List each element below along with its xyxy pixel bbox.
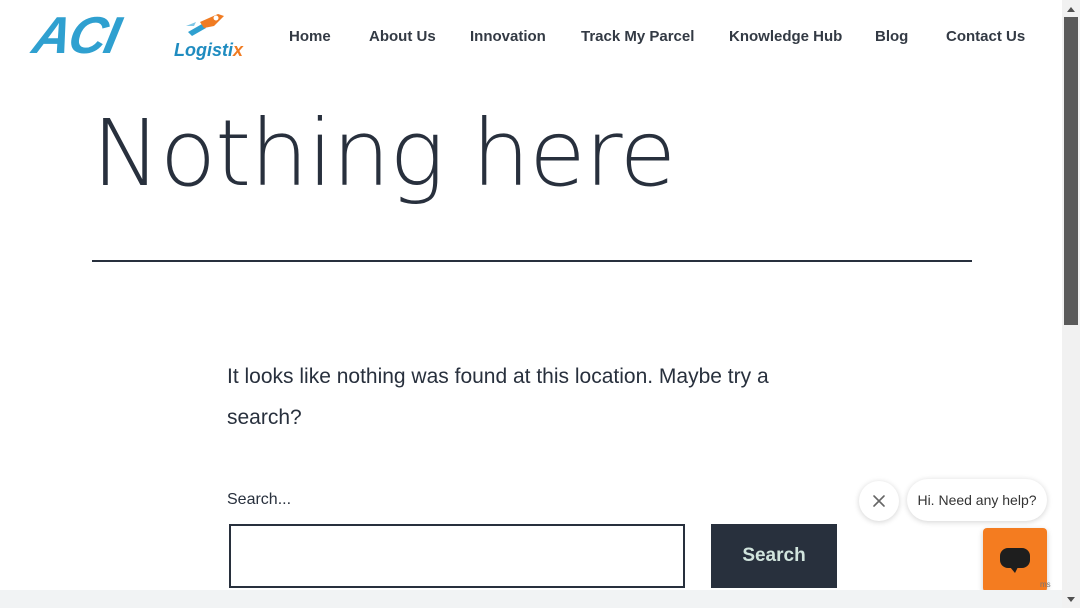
- vertical-scrollbar[interactable]: [1062, 0, 1080, 608]
- search-button[interactable]: Search: [711, 524, 837, 588]
- chat-greeting[interactable]: Hi. Need any help?: [907, 479, 1047, 521]
- chat-close-button[interactable]: [859, 481, 899, 521]
- chat-bubble-icon: [1000, 548, 1030, 573]
- site-header: ACI Logistix Home About Us Innovation Tr…: [0, 0, 1062, 78]
- caret-up-icon: [1067, 6, 1075, 12]
- main-nav: Home About Us Innovation Track My Parcel…: [0, 28, 1062, 50]
- caret-down-icon: [1067, 596, 1075, 602]
- search-label: Search...: [227, 491, 292, 508]
- search-input[interactable]: [229, 524, 685, 588]
- nav-item-blog[interactable]: Blog: [875, 28, 908, 45]
- scroll-down-arrow[interactable]: [1062, 591, 1080, 608]
- nav-item-about-us[interactable]: About Us: [369, 28, 436, 45]
- page-title: Nothing here: [92, 100, 676, 207]
- close-icon: [873, 495, 885, 507]
- title-divider: [92, 260, 972, 262]
- nav-item-track-my-parcel[interactable]: Track My Parcel: [581, 28, 694, 45]
- nav-item-innovation[interactable]: Innovation: [470, 28, 546, 45]
- horizontal-scrollbar[interactable]: [0, 590, 1062, 608]
- nav-item-knowledge-hub[interactable]: Knowledge Hub: [729, 28, 842, 45]
- nav-item-home[interactable]: Home: [289, 28, 331, 45]
- recaptcha-badge-text: ms: [1040, 580, 1051, 589]
- scroll-up-arrow[interactable]: [1062, 0, 1080, 17]
- scroll-thumb[interactable]: [1064, 17, 1078, 325]
- not-found-message: It looks like nothing was found at this …: [227, 365, 769, 429]
- nav-item-contact-us[interactable]: Contact Us: [946, 28, 1025, 45]
- chat-launcher-button[interactable]: [983, 528, 1047, 592]
